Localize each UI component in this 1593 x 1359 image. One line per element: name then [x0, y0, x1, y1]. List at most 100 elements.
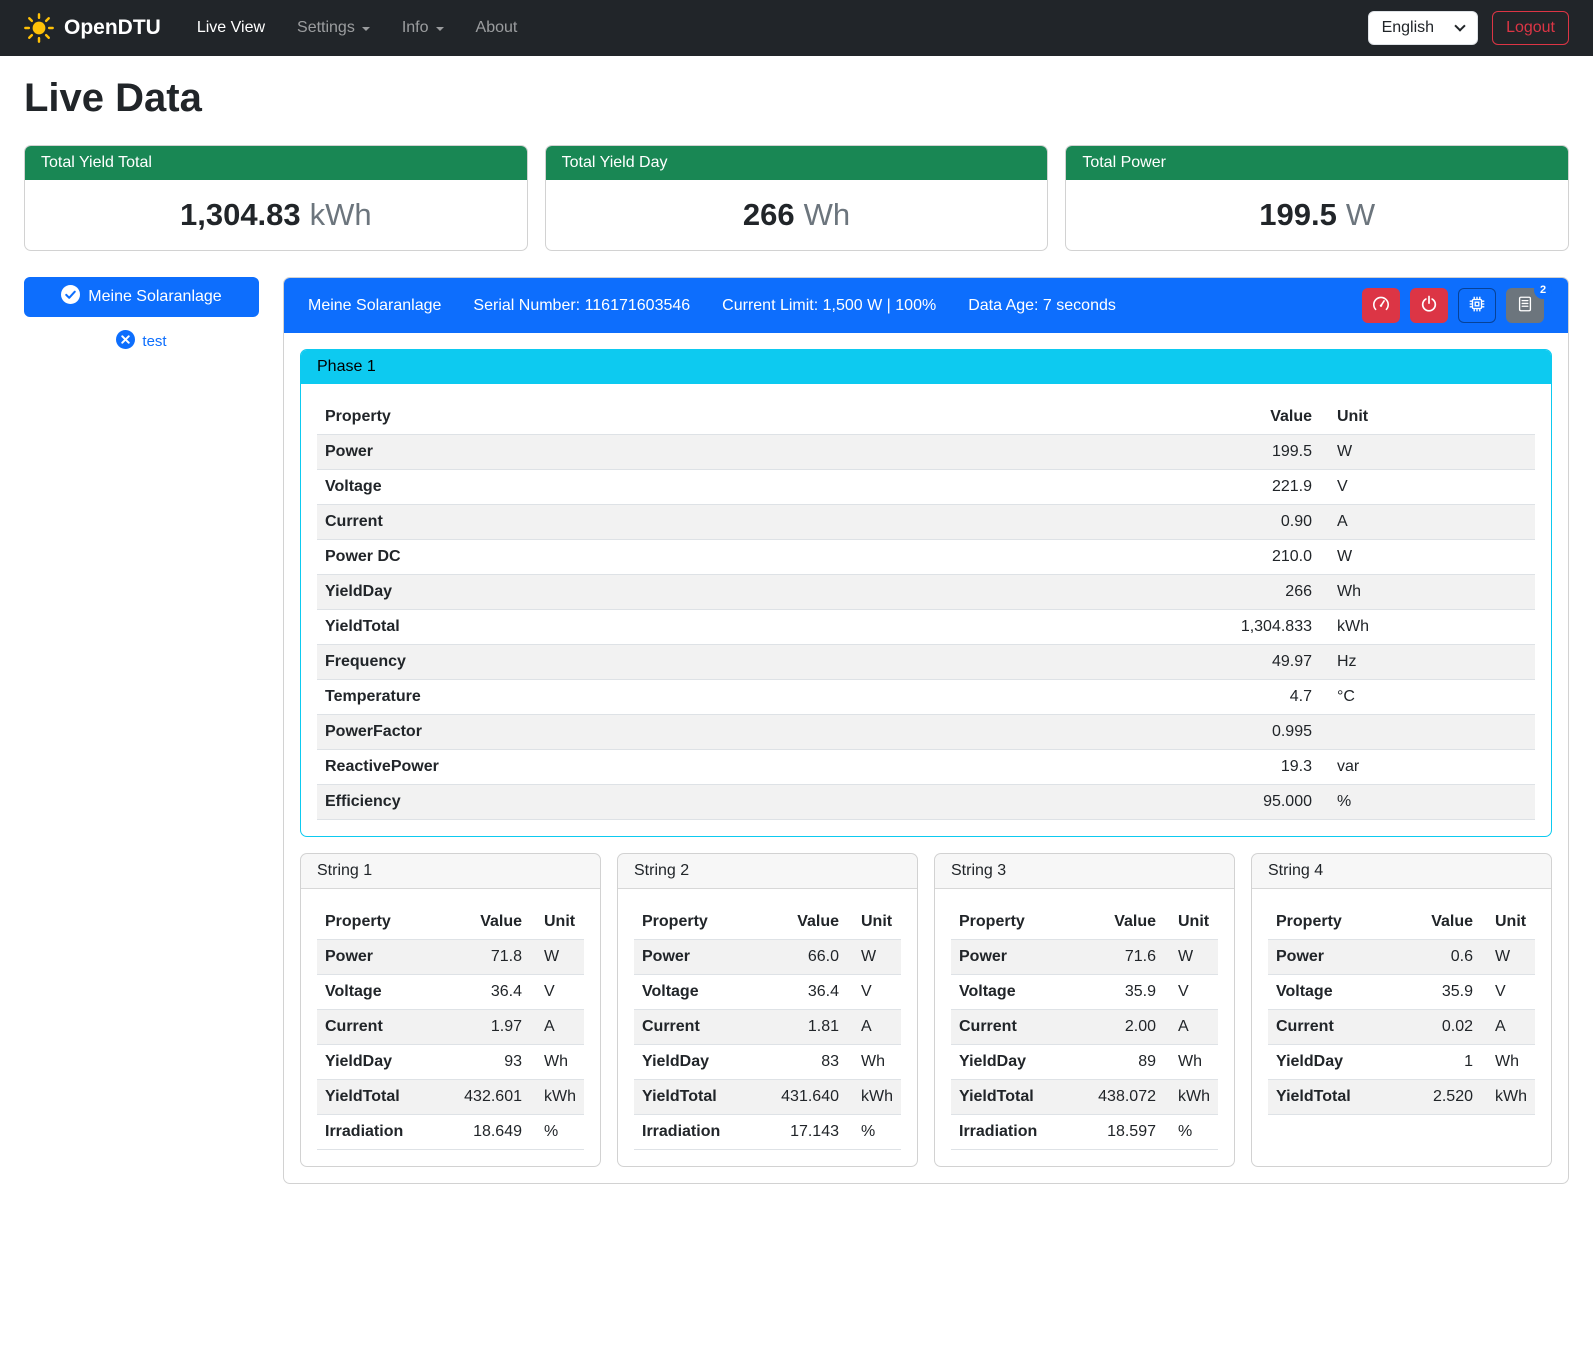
property-cell: YieldDay [317, 1045, 444, 1080]
table-header-row: Property Value Unit [951, 905, 1218, 940]
power-toggle-button[interactable] [1410, 288, 1448, 323]
value-cell: 1.97 [444, 1010, 530, 1045]
language-select-value: English [1382, 19, 1434, 37]
language-select[interactable]: English [1368, 11, 1478, 45]
summary-cards: Total Yield Total 1,304.83kWh Total Yiel… [24, 145, 1569, 251]
value-cell: 18.649 [444, 1115, 530, 1150]
phase-card: Phase 1 Property Value Unit [300, 349, 1552, 837]
table-row: Power 66.0 W [634, 940, 901, 975]
inverter-serial: Serial Number: 116171603546 [473, 297, 690, 315]
column-header-unit: Unit [1164, 905, 1218, 940]
value-cell: 89 [1078, 1045, 1164, 1080]
property-cell: Voltage [1268, 975, 1395, 1010]
property-cell: YieldDay [951, 1045, 1078, 1080]
string-table: Property Value Unit Power [1268, 905, 1535, 1115]
value-cell: 0.02 [1395, 1010, 1481, 1045]
unit-cell: A [1481, 1010, 1535, 1045]
unit-cell: W [1481, 940, 1535, 975]
value-cell: 1 [1395, 1045, 1481, 1080]
property-cell: Irradiation [951, 1115, 1078, 1150]
nav-item-info[interactable]: Info [386, 11, 460, 45]
value-cell: 35.9 [1395, 975, 1481, 1010]
unit-cell: Wh [1481, 1045, 1535, 1080]
unit-cell: V [847, 975, 901, 1010]
property-cell: Voltage [317, 470, 1180, 505]
top-navbar: OpenDTU Live View Settings Info About En… [0, 0, 1593, 56]
nav-item-label: Live View [197, 19, 265, 37]
property-cell: Frequency [317, 645, 1180, 680]
dropdown-caret-icon [362, 27, 370, 31]
column-header-unit: Unit [530, 905, 584, 940]
property-cell: Irradiation [317, 1115, 444, 1150]
page-title: Live Data [24, 76, 1569, 121]
string-table: Property Value Unit Power [951, 905, 1218, 1150]
device-info-button[interactable] [1458, 288, 1496, 323]
table-row: Voltage 221.9 V [317, 470, 1535, 505]
value-cell: 35.9 [1078, 975, 1164, 1010]
property-cell: Current [951, 1010, 1078, 1045]
value-cell: 95.000 [1180, 785, 1320, 820]
inverter-panel-body: Phase 1 Property Value Unit [284, 333, 1568, 1183]
summary-card-unit: W [1346, 197, 1375, 232]
unit-cell: A [1320, 505, 1535, 540]
unit-cell: V [530, 975, 584, 1010]
table-row: Power 71.6 W [951, 940, 1218, 975]
summary-card-title: Total Yield Day [546, 146, 1048, 180]
unit-cell: W [1164, 940, 1218, 975]
value-cell: 49.97 [1180, 645, 1320, 680]
event-log-button[interactable]: 2 [1506, 288, 1544, 323]
unit-cell: Wh [1164, 1045, 1218, 1080]
unit-cell: Wh [1320, 575, 1535, 610]
nav-item-live-view[interactable]: Live View [181, 11, 281, 45]
value-cell: 66.0 [761, 940, 847, 975]
string-card: String 4 Property Value Unit [1251, 853, 1552, 1167]
table-row: Irradiation 18.597 % [951, 1115, 1218, 1150]
column-header-property: Property [317, 905, 444, 940]
table-row: YieldTotal 431.640 kWh [634, 1080, 901, 1115]
property-cell: Voltage [951, 975, 1078, 1010]
summary-card: Total Yield Day 266Wh [545, 145, 1049, 251]
table-row: Power 0.6 W [1268, 940, 1535, 975]
summary-card-unit: Wh [804, 197, 851, 232]
table-row: YieldDay 93 Wh [317, 1045, 584, 1080]
unit-cell: % [847, 1115, 901, 1150]
sidebar-item-test[interactable]: test [24, 330, 259, 353]
property-cell: ReactivePower [317, 750, 1180, 785]
inverter-actions: 2 [1362, 288, 1544, 323]
string-card: String 2 Property Value Unit [617, 853, 918, 1167]
column-header-property: Property [634, 905, 761, 940]
property-cell: Power [317, 435, 1180, 470]
inverter-select-button[interactable]: Meine Solaranlage [24, 277, 259, 317]
table-row: Efficiency 95.000 % [317, 785, 1535, 820]
unit-cell: kWh [1481, 1080, 1535, 1115]
table-row: ReactivePower 19.3 var [317, 750, 1535, 785]
unit-cell: W [847, 940, 901, 975]
value-cell: 83 [761, 1045, 847, 1080]
chevron-down-icon [1454, 20, 1465, 31]
inverter-data-age: Data Age: 7 seconds [968, 297, 1116, 315]
value-cell: 1.81 [761, 1010, 847, 1045]
string-card: String 3 Property Value Unit [934, 853, 1235, 1167]
table-row: Voltage 36.4 V [317, 975, 584, 1010]
column-header-unit: Unit [847, 905, 901, 940]
limit-settings-button[interactable] [1362, 288, 1400, 323]
value-cell: 432.601 [444, 1080, 530, 1115]
unit-cell: % [530, 1115, 584, 1150]
unit-cell [1320, 715, 1535, 750]
property-cell: Efficiency [317, 785, 1180, 820]
summary-card-unit: kWh [310, 197, 372, 232]
logout-button[interactable]: Logout [1492, 11, 1569, 45]
nav-item-settings[interactable]: Settings [281, 11, 386, 45]
property-cell: YieldDay [317, 575, 1180, 610]
property-cell: Power [634, 940, 761, 975]
column-header-value: Value [1180, 400, 1320, 435]
nav-item-about[interactable]: About [460, 11, 534, 45]
string-card-title: String 3 [935, 854, 1234, 889]
property-cell: YieldTotal [951, 1080, 1078, 1115]
journal-icon [1516, 295, 1534, 316]
table-row: Power 199.5 W [317, 435, 1535, 470]
property-cell: Power DC [317, 540, 1180, 575]
table-row: Irradiation 17.143 % [634, 1115, 901, 1150]
table-header-row: Property Value Unit [317, 400, 1535, 435]
unit-cell: Wh [847, 1045, 901, 1080]
